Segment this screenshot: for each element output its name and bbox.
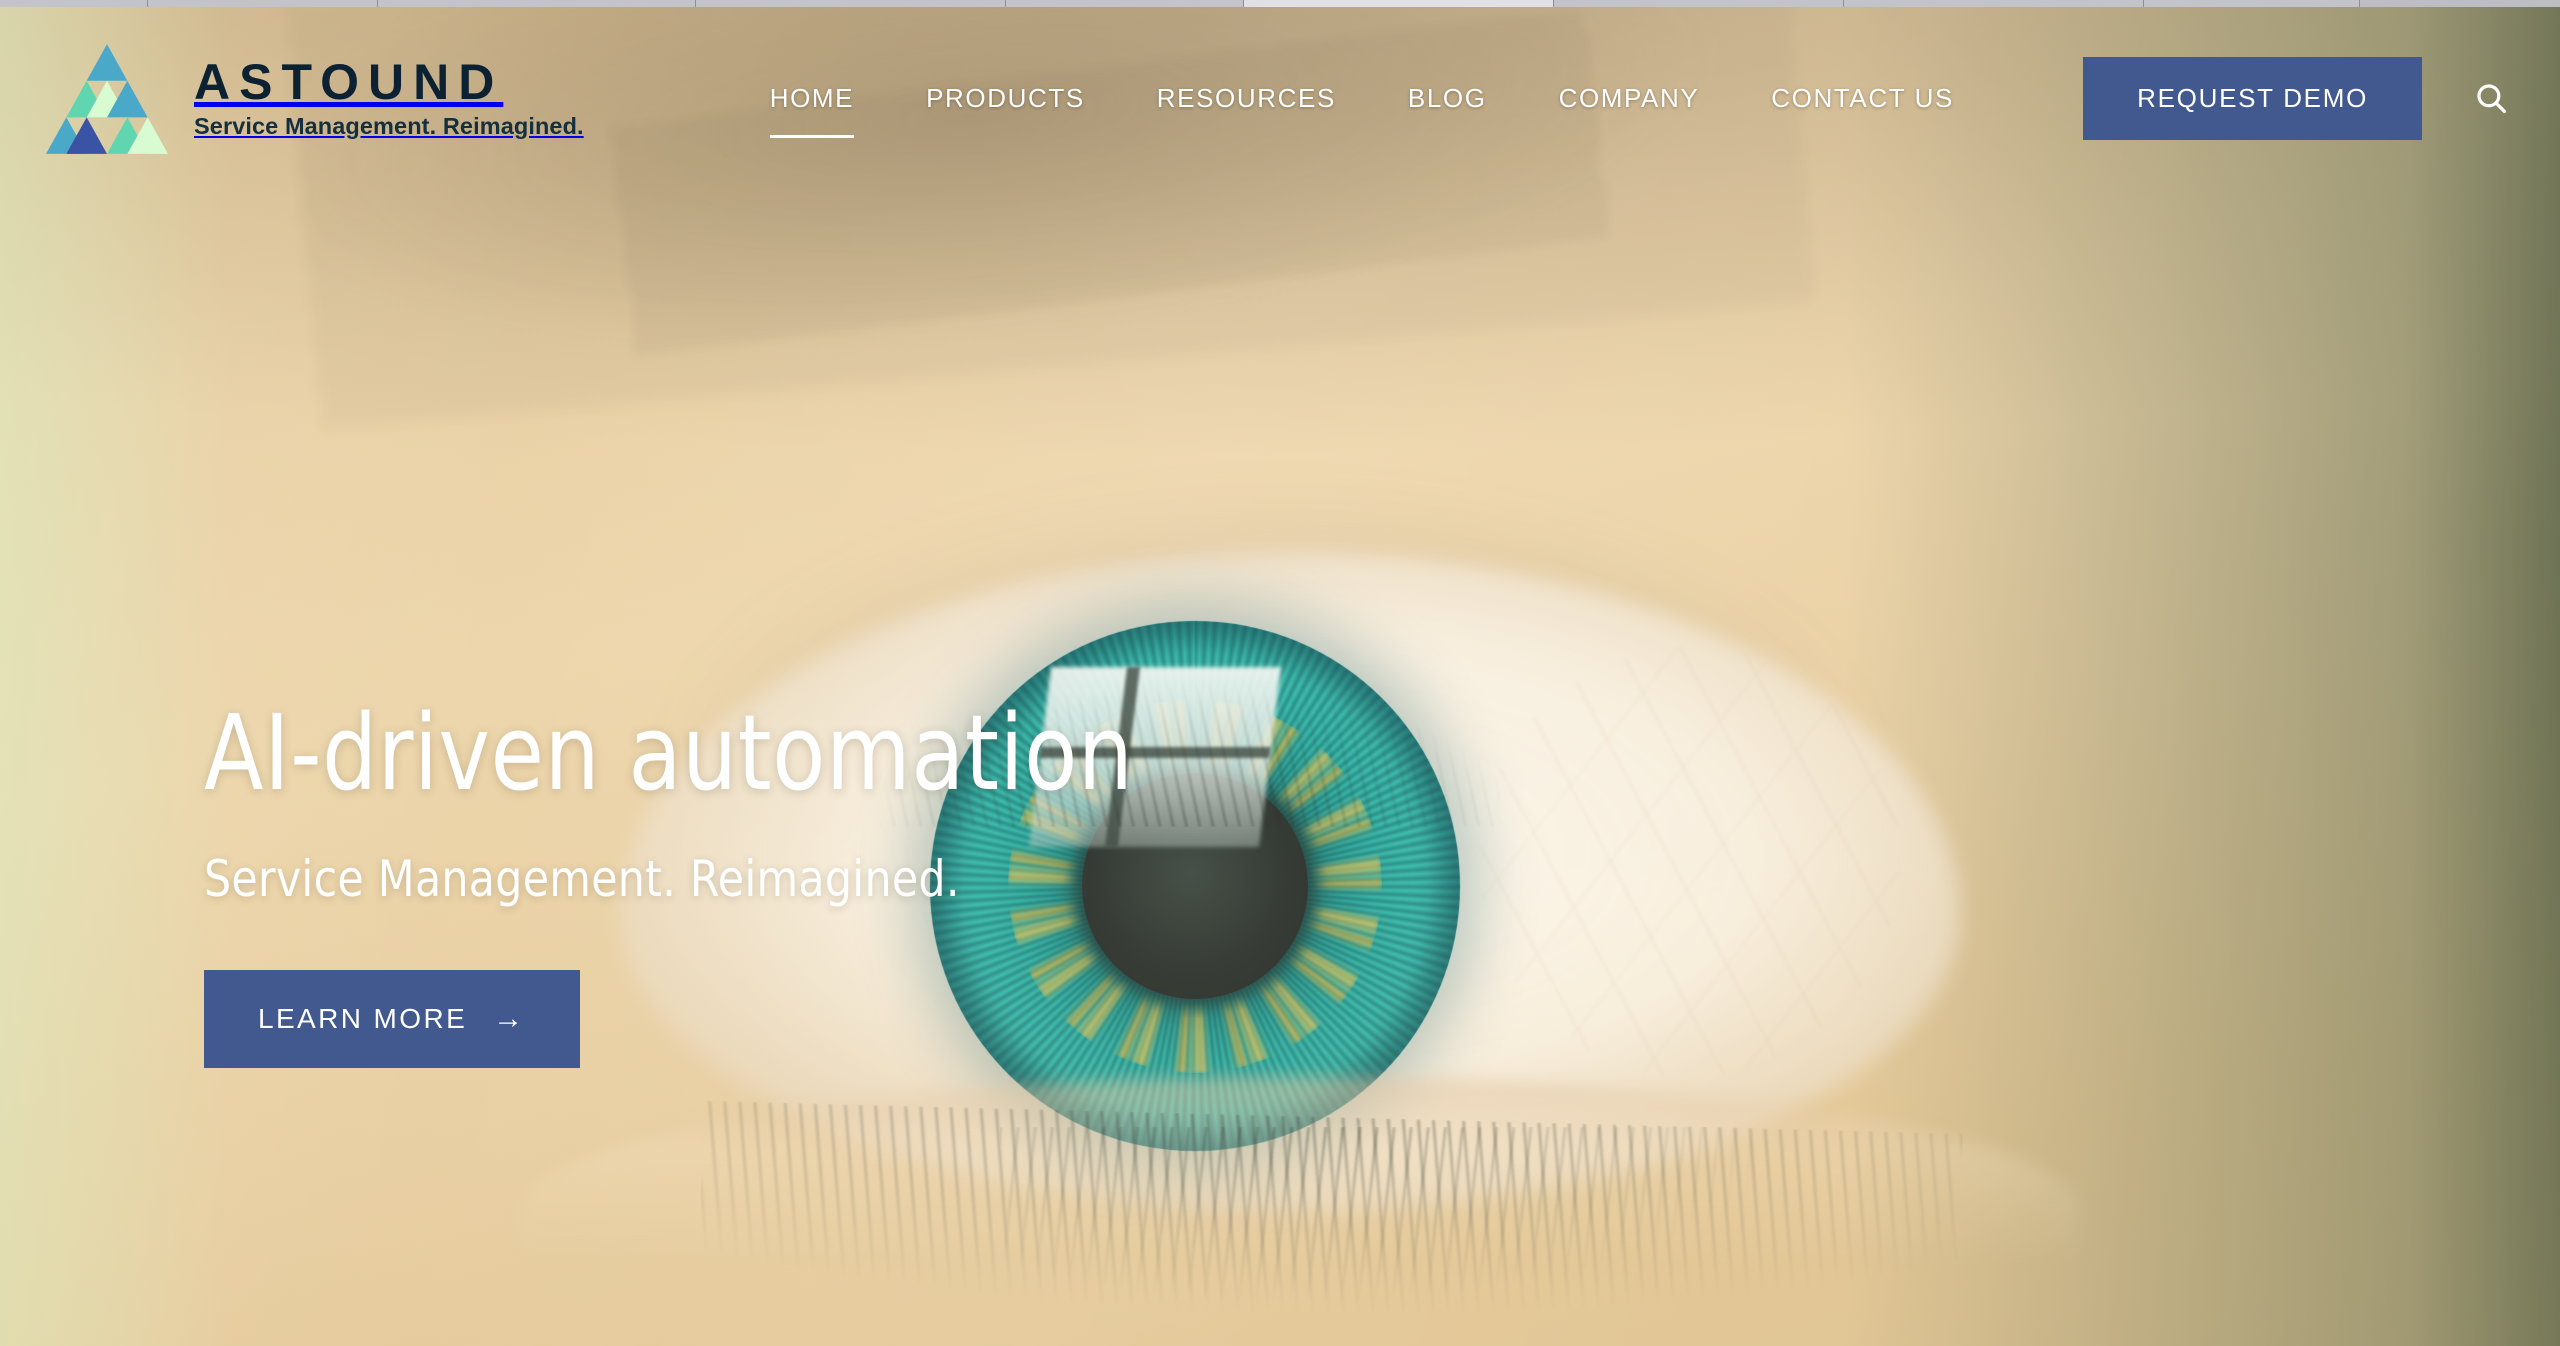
- hero-section: ASTOUND Service Management. Reimagined. …: [0, 7, 2560, 1346]
- site-header: ASTOUND Service Management. Reimagined. …: [0, 7, 2560, 189]
- header-actions: REQUEST DEMO: [2083, 56, 2514, 140]
- lower-eyelashes-secondary: [1000, 1127, 1760, 1346]
- logo-title: ASTOUND: [194, 53, 504, 110]
- browser-tab[interactable]: [696, 0, 1006, 7]
- browser-tab-active[interactable]: [1244, 0, 1554, 7]
- search-button[interactable]: [2468, 75, 2514, 121]
- learn-more-label: LEARN MORE: [258, 1003, 468, 1035]
- hero-title: AI-driven automation: [204, 692, 1134, 814]
- sclera-veins: [1480, 647, 1900, 1077]
- browser-tab[interactable]: [148, 0, 378, 7]
- nav-item-blog[interactable]: BLOG: [1372, 73, 1523, 124]
- browser-tab[interactable]: [378, 0, 696, 7]
- learn-more-button[interactable]: LEARN MORE →: [204, 970, 580, 1069]
- search-icon: [2477, 84, 2507, 114]
- browser-tab[interactable]: [1006, 0, 1244, 7]
- astound-triangle-logo-icon: [46, 44, 168, 154]
- nav-item-home[interactable]: HOME: [734, 73, 890, 138]
- browser-tab[interactable]: [0, 0, 148, 7]
- logo-link[interactable]: ASTOUND Service Management. Reimagined.: [46, 42, 584, 154]
- request-demo-button[interactable]: REQUEST DEMO: [2083, 56, 2422, 140]
- arrow-right-icon: →: [493, 1002, 526, 1036]
- logo-tagline: Service Management. Reimagined.: [194, 112, 584, 139]
- browser-tab-strip[interactable]: [0, 0, 2560, 7]
- browser-tab[interactable]: [2144, 0, 2360, 7]
- logo-wordmark: ASTOUND Service Management. Reimagined.: [194, 53, 584, 140]
- primary-navigation: HOME PRODUCTS RESOURCES BLOG COMPANY CON…: [734, 73, 1990, 138]
- hero-copy: AI-driven automation Service Management.…: [204, 692, 1203, 1069]
- nav-item-company[interactable]: COMPANY: [1523, 73, 1736, 124]
- nav-item-contact-us[interactable]: CONTACT US: [1735, 73, 1990, 124]
- hero-subtitle: Service Management. Reimagined.: [204, 850, 960, 909]
- browser-tab[interactable]: [1554, 0, 1844, 7]
- browser-tab[interactable]: [1844, 0, 2144, 7]
- nav-item-products[interactable]: PRODUCTS: [890, 73, 1121, 124]
- nav-item-resources[interactable]: RESOURCES: [1121, 73, 1372, 124]
